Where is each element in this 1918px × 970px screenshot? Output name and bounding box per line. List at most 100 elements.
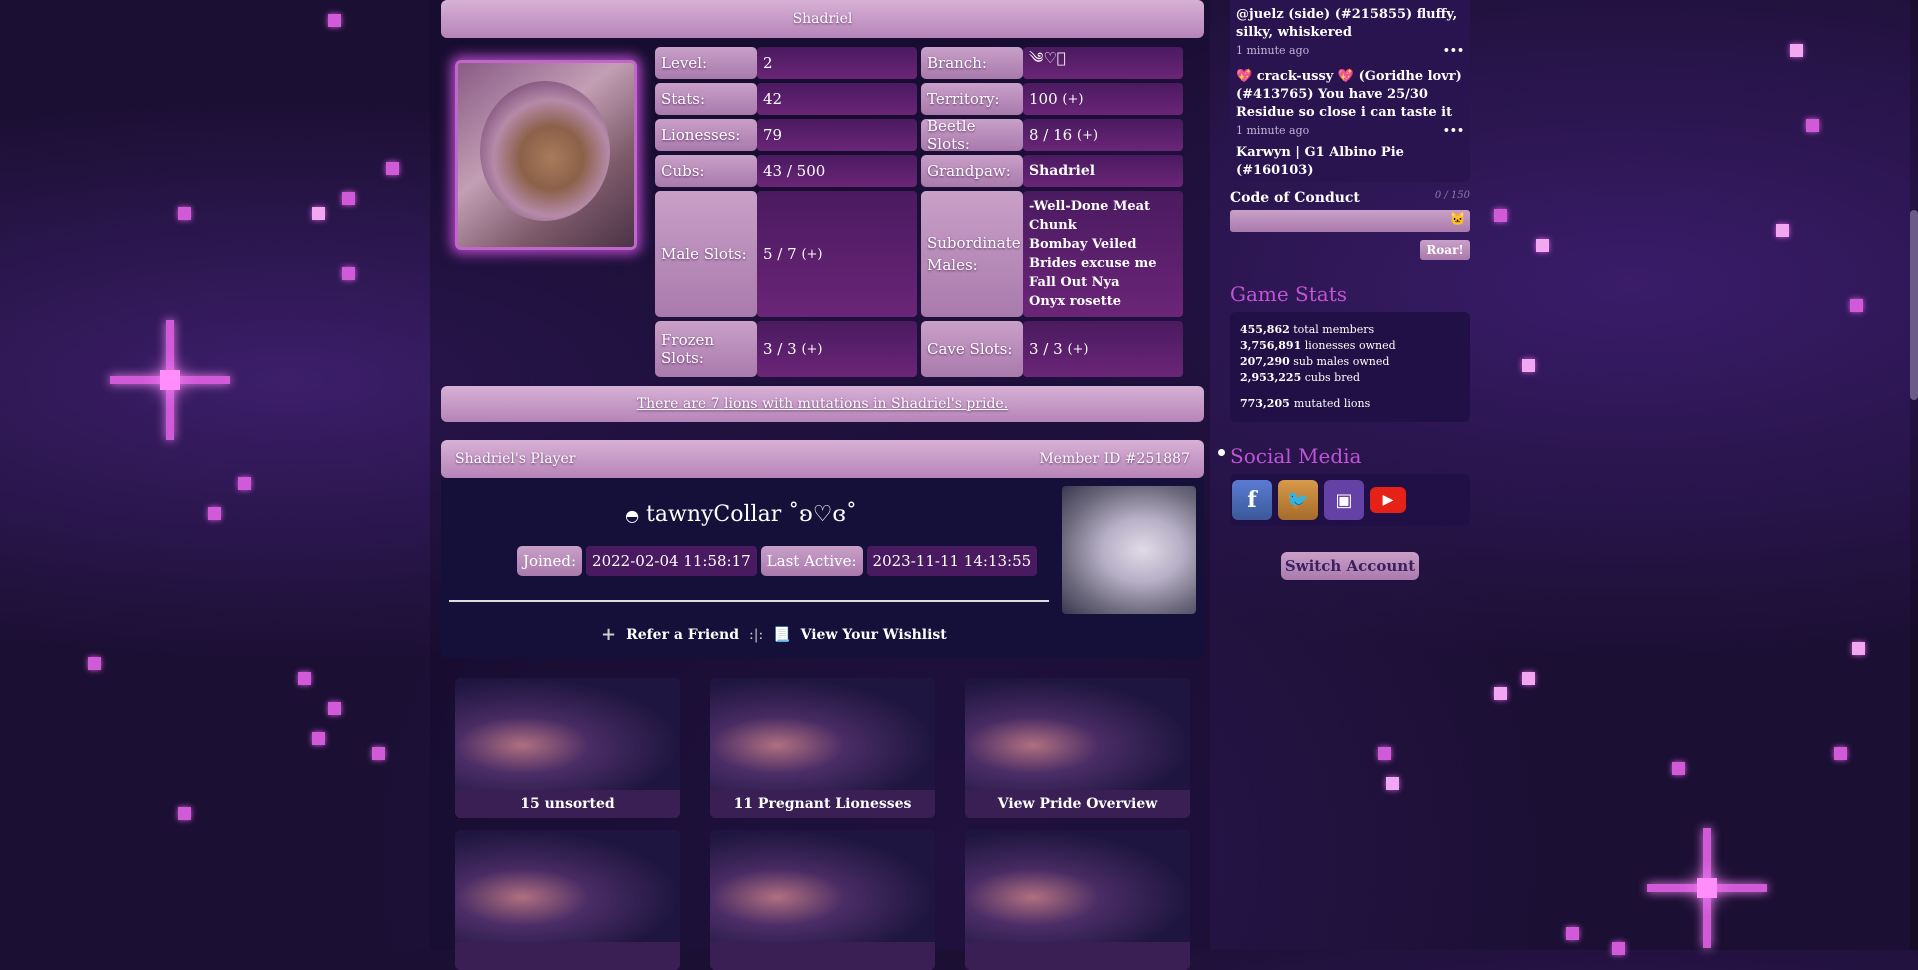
cave-plus-link[interactable]: (+) [1067,342,1088,357]
wishlist-link[interactable]: View Your Wishlist [801,627,947,643]
stat-number: 455,862 [1240,323,1290,336]
shout-meta: 1 minute ago ••• [1236,42,1464,60]
scrollbar[interactable] [1910,0,1918,950]
bg-pixel [1806,119,1819,132]
stat-row: 207,290 sub males owned [1240,354,1460,370]
joined-label: Joined: [517,546,583,576]
tile[interactable] [965,830,1190,970]
grandpaw-label: Grandpaw: [921,155,1023,187]
bg-pixel [342,267,355,280]
bullet-dot [1218,449,1225,456]
sparkle-core [160,370,180,390]
bg-pixel [328,702,341,715]
shout-message: @juelz (side) (#215855) fluffy, silky, w… [1236,7,1458,40]
branch-value: ༄♡༘ [1023,47,1183,79]
bg-pixel [1790,44,1803,57]
stat-label: total members [1293,323,1375,336]
last-active-value: 2023-11-11 14:13:55 [866,546,1038,576]
member-id: Member ID #251887 [1039,451,1190,467]
subordinate-male-link[interactable]: Fall Out Nya [1029,273,1120,292]
tile-pride-overview[interactable]: View Pride Overview [965,678,1190,818]
stat-row: 3,756,891 lionesses owned [1240,338,1460,354]
subordinate-males-label: Subordinate Males: [921,191,1023,317]
link-divider: :|: [749,626,764,643]
tile-image [455,830,680,942]
beetle-plus-link[interactable]: (+) [1077,128,1098,143]
bg-pixel [1672,762,1685,775]
pride-tiles: 15 unsorted 11 Pregnant Lionesses View P… [455,678,1190,970]
tile-unsorted[interactable]: 15 unsorted [455,678,680,818]
player-panel: ◓ tawnyCollar ˚ʚ♡ɞ˚ Joined: 2022-02-04 1… [441,478,1204,658]
tile-label: View Pride Overview [965,790,1190,818]
tile[interactable] [710,830,935,970]
frozen-slots-number: 3 / 3 [763,340,797,358]
char-count: 0 / 150 [1434,190,1470,201]
subordinate-male-link[interactable]: Onyx rosette [1029,292,1121,311]
bg-pixel [88,657,101,670]
tile-image [455,678,680,790]
youtube-icon[interactable]: ▶ [1370,487,1406,513]
stat-number: 2,953,225 [1240,371,1302,384]
stat-number: 207,290 [1240,355,1290,368]
lion-mane [480,81,610,221]
bg-pixel [1612,942,1625,955]
emoji-icon[interactable]: 🐱 [1450,212,1466,227]
sparkle-core [1697,878,1717,898]
stat-number: 3,756,891 [1240,339,1302,352]
code-of-conduct-row: Code of Conduct 0 / 150 [1230,190,1470,206]
level-label: Level: [655,47,757,79]
twitter-icon[interactable]: 🐦 [1278,480,1318,520]
bg-pixel [208,507,221,520]
twitch-icon[interactable]: ▣ [1324,480,1364,520]
social-media-panel: f 🐦 ▣ ▶ [1230,474,1470,526]
grandpaw-value[interactable]: Shadriel [1023,155,1183,187]
stats-value: 42 [757,83,917,115]
refer-friend-link[interactable]: Refer a Friend [626,627,739,643]
tile-image [965,830,1190,942]
male-slots-label: Male Slots: [655,191,757,317]
plus-icon: + [601,624,617,645]
facebook-icon[interactable]: f [1232,480,1272,520]
player-avatar[interactable] [1062,486,1196,614]
shout-input[interactable]: 🐱 [1230,210,1470,232]
divider [449,600,1049,602]
subordinate-male-link[interactable]: -Well-Done Meat Chunk [1029,197,1183,235]
tile-pregnant-lionesses[interactable]: 11 Pregnant Lionesses [710,678,935,818]
tile-image [965,678,1190,790]
switch-account-button[interactable]: Switch Account [1281,552,1419,580]
frozen-plus-link[interactable]: (+) [801,342,822,357]
bg-pixel [1386,777,1399,790]
stat-row: 2,953,225 cubs bred [1240,370,1460,386]
mutated-row: 773,205 mutated lions [1240,396,1460,412]
subordinate-males-list: -Well-Done Meat Chunk Bombay Veiled Brid… [1023,191,1183,317]
bg-pixel [1494,687,1507,700]
bg-pixel [342,192,355,205]
territory-plus-link[interactable]: (+) [1062,92,1083,107]
territory-value: 100 (+) [1023,83,1183,115]
lionesses-label: Lionesses: [655,119,757,151]
subordinate-male-link[interactable]: Bombay Veiled Brides excuse me [1029,235,1183,273]
game-stats-heading: Game Stats [1230,282,1348,306]
player-username[interactable]: ◓ tawnyCollar ˚ʚ♡ɞ˚ [441,502,1041,527]
more-icon[interactable]: ••• [1443,42,1464,60]
male-plus-link[interactable]: (+) [801,247,822,262]
bg-pixel [1566,927,1579,940]
roar-button[interactable]: Roar! [1420,240,1470,260]
pokeball-icon: ◓ [625,506,640,525]
scrollbar-thumb[interactable] [1910,210,1918,400]
more-icon[interactable]: ••• [1443,122,1464,140]
male-slots-value: 5 / 7 (+) [757,191,917,317]
king-lion-portrait[interactable] [455,60,637,250]
mutations-link[interactable]: There are 7 lions with mutations in Shad… [441,386,1204,422]
bg-pixel [1776,224,1789,237]
tile-label [455,942,680,970]
bg-pixel [386,162,399,175]
game-stats-panel: 455,862 total members 3,756,891 lionesse… [1230,312,1470,422]
level-value: 2 [757,47,917,79]
bg-pixel [1850,299,1863,312]
code-of-conduct-link[interactable]: Code of Conduct [1230,190,1360,206]
shout-time: 1 minute ago [1236,44,1310,57]
cubs-label: Cubs: [655,155,757,187]
tile[interactable] [455,830,680,970]
last-active-label: Last Active: [760,546,863,576]
